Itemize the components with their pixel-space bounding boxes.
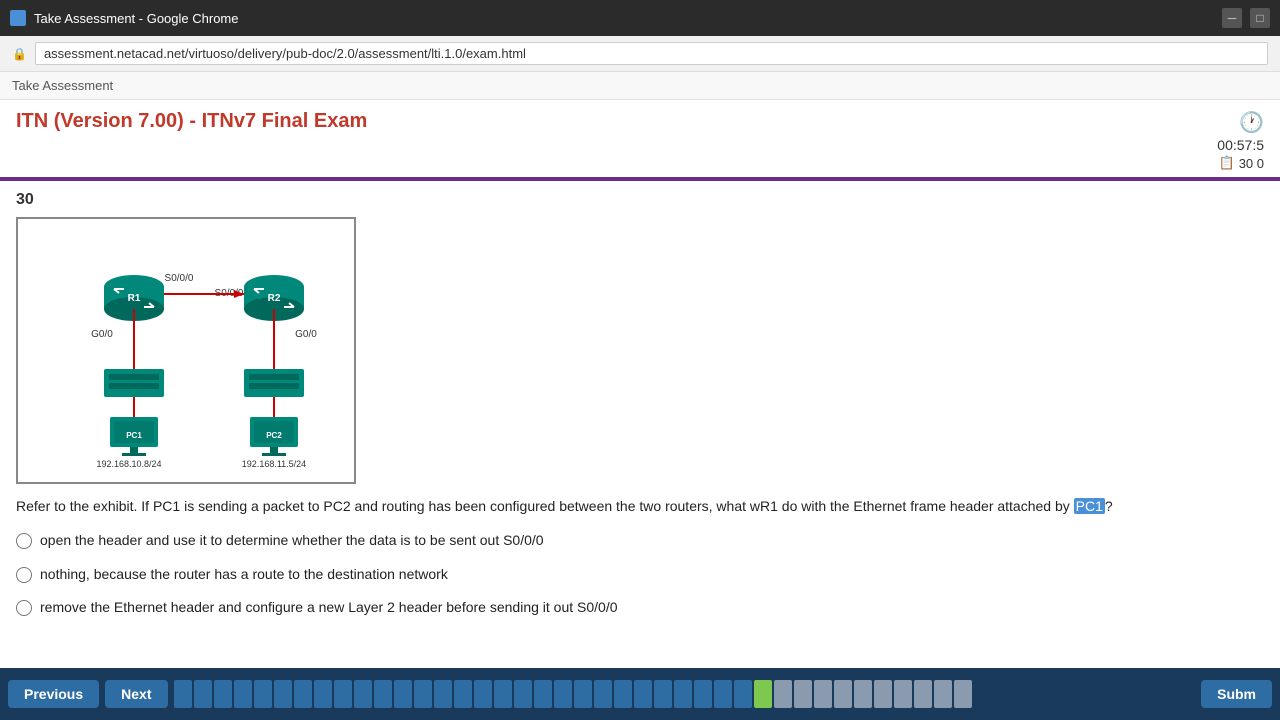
svg-text:192.168.11.5/24: 192.168.11.5/24 [242,459,306,469]
q-dot-9[interactable] [334,680,352,708]
q-dot-10[interactable] [354,680,372,708]
q-dot-2[interactable] [194,680,212,708]
exhibit-box: R1 R2 S0/0/0 S0/0/0 G0/0 G0/0 [16,217,356,484]
switch2 [244,369,304,397]
clock-icon: 🕐 [1239,110,1264,135]
next-button[interactable]: Next [105,680,167,708]
q-dot-31[interactable] [774,680,792,708]
breadcrumb-bar: Take Assessment [0,72,1280,100]
svg-text:G0/0: G0/0 [295,329,317,340]
q-dot-12[interactable] [394,680,412,708]
q-dot-39[interactable] [934,680,952,708]
page-header: ITN (Version 7.00) - ITNv7 Final Exam 🕐 … [0,100,1280,181]
main-content: 30 R1 [0,181,1280,691]
q-dot-25[interactable] [654,680,672,708]
q-dot-28[interactable] [714,680,732,708]
timer-value: 00:57:5 [1217,137,1264,153]
answer-label-b: nothing, because the router has a route … [40,565,448,585]
question-number: 30 [16,191,1264,209]
svg-text:G0/0: G0/0 [91,329,113,340]
q-dot-5[interactable] [254,680,272,708]
url-input[interactable]: assessment.netacad.net/virtuoso/delivery… [35,42,1268,65]
q-dot-38[interactable] [914,680,932,708]
q-dot-23[interactable] [614,680,632,708]
answer-radio-a[interactable] [16,533,32,549]
svg-text:PC1: PC1 [126,431,142,440]
q-dot-18[interactable] [514,680,532,708]
q-dot-6[interactable] [274,680,292,708]
answer-option-c: remove the Ethernet header and configure… [16,598,1264,618]
items-count: 📋 30 0 [1219,155,1265,171]
previous-button[interactable]: Previous [8,680,99,708]
answer-label-a: open the header and use it to determine … [40,531,544,551]
breadcrumb: Take Assessment [12,78,113,93]
question-dots [174,680,1196,708]
timer-area: 🕐 00:57:5 📋 30 0 [1217,110,1264,171]
pc1: PC1 [110,417,158,456]
svg-text:R2: R2 [268,293,281,304]
page-title: ITN (Version 7.00) - ITNv7 Final Exam [16,110,367,133]
answer-radio-b[interactable] [16,567,32,583]
pc1-highlight: PC1 [1074,498,1105,514]
svg-text:192.168.10.8/24: 192.168.10.8/24 [96,459,161,469]
browser-title: Take Assessment - Google Chrome [34,11,1214,26]
q-dot-14[interactable] [434,680,452,708]
q-dot-29[interactable] [734,680,752,708]
q-dot-22[interactable] [594,680,612,708]
answer-option-b: nothing, because the router has a route … [16,565,1264,585]
q-dot-17[interactable] [494,680,512,708]
q-dot-34[interactable] [834,680,852,708]
svg-text:R1: R1 [128,293,141,304]
q-dot-19[interactable] [534,680,552,708]
q-dot-13[interactable] [414,680,432,708]
r1-highlight: R1 [760,498,778,514]
switch1 [104,369,164,397]
q-dot-40[interactable] [954,680,972,708]
bottom-navigation-bar: Previous Next [0,668,1280,720]
q-dot-1[interactable] [174,680,192,708]
q-dot-4[interactable] [234,680,252,708]
q-dot-24[interactable] [634,680,652,708]
window-controls[interactable]: ─ □ [1222,8,1270,28]
q-dot-30[interactable] [754,680,772,708]
q-dot-15[interactable] [454,680,472,708]
q-dot-7[interactable] [294,680,312,708]
q-dot-21[interactable] [574,680,592,708]
q-dot-32[interactable] [794,680,812,708]
ssl-lock-icon: 🔒 [12,47,27,61]
svg-text:PC2: PC2 [266,431,282,440]
pc2: PC2 [250,417,298,456]
minimize-button[interactable]: ─ [1222,8,1242,28]
q-dot-33[interactable] [814,680,832,708]
q-dot-20[interactable] [554,680,572,708]
q-dot-36[interactable] [874,680,892,708]
q-dot-27[interactable] [694,680,712,708]
q-dot-26[interactable] [674,680,692,708]
browser-titlebar: Take Assessment - Google Chrome ─ □ [0,0,1280,36]
q-dot-3[interactable] [214,680,232,708]
submit-button[interactable]: Subm [1201,680,1272,708]
answer-radio-c[interactable] [16,600,32,616]
q-dot-35[interactable] [854,680,872,708]
q-dot-8[interactable] [314,680,332,708]
network-diagram: R1 R2 S0/0/0 S0/0/0 G0/0 G0/0 [34,229,344,469]
q-dot-11[interactable] [374,680,392,708]
browser-icon [10,10,26,26]
address-bar: 🔒 assessment.netacad.net/virtuoso/delive… [0,36,1280,72]
answer-option-a: open the header and use it to determine … [16,531,1264,551]
answer-label-c: remove the Ethernet header and configure… [40,598,618,618]
question-text: Refer to the exhibit. If PC1 is sending … [16,496,1264,517]
maximize-button[interactable]: □ [1250,8,1270,28]
q-dot-37[interactable] [894,680,912,708]
svg-text:S0/0/0: S0/0/0 [165,273,194,284]
q-dot-16[interactable] [474,680,492,708]
items-icon: 📋 [1219,155,1235,171]
